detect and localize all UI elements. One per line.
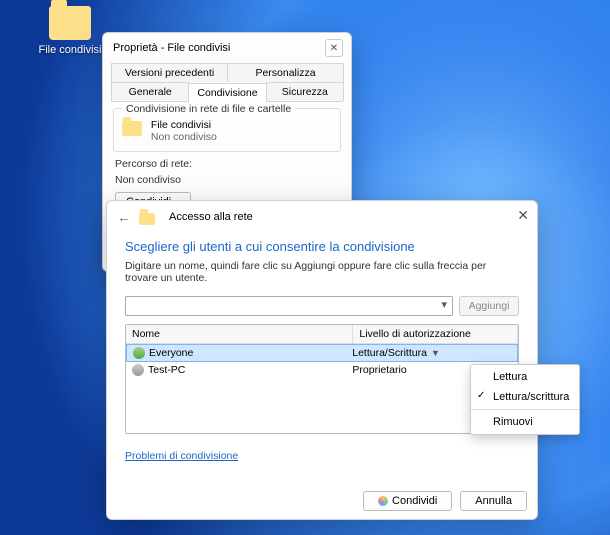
user-permission: Lettura/Scrittura xyxy=(352,347,427,359)
column-permission[interactable]: Livello di autorizzazione xyxy=(353,325,518,343)
user-row-everyone[interactable]: Everyone Lettura/Scrittura ▼ xyxy=(126,344,518,362)
desktop-folder-label: File condivisi xyxy=(30,44,110,56)
user-row-testpc[interactable]: Test-PC Proprietario xyxy=(126,362,518,378)
user-icon xyxy=(133,347,145,359)
user-name: Test-PC xyxy=(148,364,185,376)
tab-generale[interactable]: Generale xyxy=(111,82,189,101)
folder-status: Non condiviso xyxy=(151,131,217,143)
folder-icon xyxy=(139,213,155,225)
desktop-folder[interactable]: File condivisi xyxy=(30,6,110,56)
share-icon xyxy=(378,496,388,506)
tab-condivisione[interactable]: Condivisione xyxy=(188,83,266,102)
ctx-rimuovi[interactable]: Rimuovi xyxy=(471,409,579,432)
network-heading: Scegliere gli utenti a cui consentire la… xyxy=(125,239,519,254)
network-access-window: ✕ ← Accesso alla rete Scegliere gli uten… xyxy=(106,200,538,520)
path-value: Non condiviso xyxy=(115,174,339,186)
close-icon[interactable]: ✕ xyxy=(325,39,343,57)
path-label: Percorso di rete: xyxy=(115,158,339,170)
user-combo-input[interactable] xyxy=(125,296,453,316)
network-subtext: Digitare un nome, quindi fare clic su Ag… xyxy=(125,260,519,284)
group-title: Condivisione in rete di file e cartelle xyxy=(122,103,295,115)
user-permission: Proprietario xyxy=(352,364,406,376)
back-arrow-icon[interactable]: ← xyxy=(117,209,131,225)
user-list: Nome Livello di autorizzazione Everyone … xyxy=(125,324,519,434)
troubleshoot-link[interactable]: Problemi di condivisione xyxy=(125,450,238,462)
user-name: Everyone xyxy=(149,347,193,359)
share-confirm-button[interactable]: Condividi xyxy=(363,491,452,511)
share-button-label: Condividi xyxy=(392,495,437,507)
chevron-down-icon[interactable]: ▼ xyxy=(431,348,440,358)
cancel-button[interactable]: Annulla xyxy=(460,491,527,511)
folder-icon xyxy=(49,6,91,40)
properties-tabs: Versioni precedenti Personalizza General… xyxy=(111,63,343,102)
tab-personalizza[interactable]: Personalizza xyxy=(227,63,344,82)
folder-name: File condivisi xyxy=(151,119,217,131)
properties-title: Proprietà - File condivisi xyxy=(113,42,230,54)
tab-versioni[interactable]: Versioni precedenti xyxy=(111,63,228,82)
close-icon[interactable]: ✕ xyxy=(517,207,529,224)
network-window-title: Accesso alla rete xyxy=(169,211,253,223)
network-share-group: Condivisione in rete di file e cartelle … xyxy=(113,108,341,152)
ctx-lettura-scrittura[interactable]: Lettura/scrittura xyxy=(471,387,579,407)
add-button[interactable]: Aggiungi xyxy=(459,296,519,316)
permission-context-menu: Lettura Lettura/scrittura Rimuovi xyxy=(470,364,580,435)
user-icon xyxy=(132,364,144,376)
column-name[interactable]: Nome xyxy=(126,325,353,343)
ctx-lettura[interactable]: Lettura xyxy=(471,367,579,387)
tab-sicurezza[interactable]: Sicurezza xyxy=(266,82,344,101)
folder-icon xyxy=(122,121,142,136)
